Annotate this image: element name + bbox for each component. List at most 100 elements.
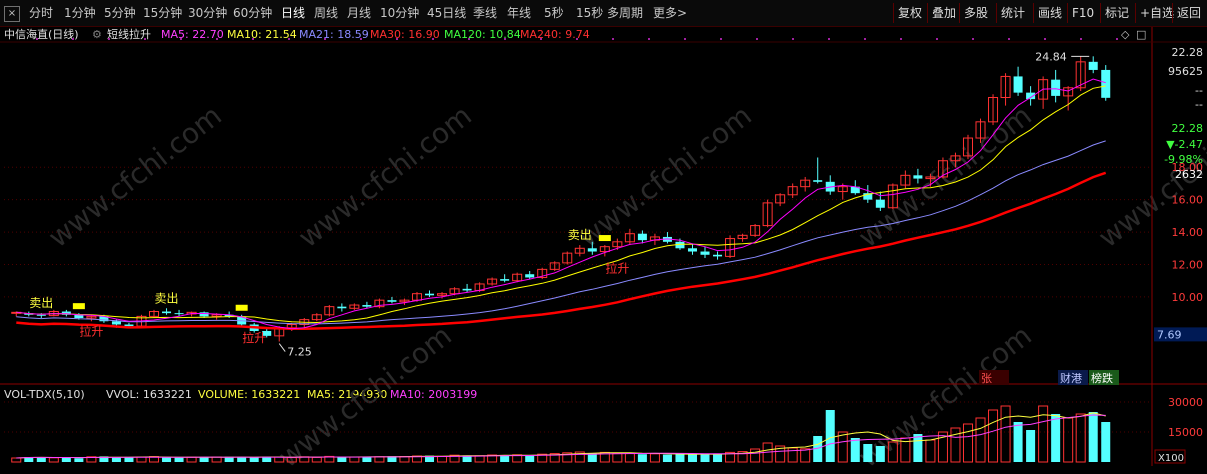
volume-bar xyxy=(1051,414,1061,462)
ref-dot xyxy=(648,38,650,40)
ref-dot xyxy=(468,38,470,40)
volume-bar xyxy=(136,456,147,463)
ma30-line xyxy=(16,171,1107,330)
period-tab-8[interactable]: 月线 xyxy=(347,4,371,22)
volume-bar xyxy=(274,456,285,463)
candle-body xyxy=(199,312,209,317)
volume-bar xyxy=(863,444,873,462)
period-tab-7[interactable]: 周线 xyxy=(314,4,338,22)
axis-vol: 2632 xyxy=(1175,168,1203,181)
volume-bar xyxy=(474,455,485,463)
volume-bar xyxy=(612,452,623,463)
ref-dot xyxy=(36,38,38,40)
period-tab-3[interactable]: 15分钟 xyxy=(143,4,182,22)
last-price-label: 7.69 xyxy=(1157,328,1182,341)
ref-dot xyxy=(828,38,830,40)
period-tab-2[interactable]: 5分钟 xyxy=(104,4,136,22)
close-icon[interactable]: × xyxy=(4,6,20,22)
candle-body xyxy=(387,300,397,302)
rise-signal-label: 拉升 xyxy=(79,324,103,339)
volume-bar xyxy=(837,431,848,463)
toolbar-button-3[interactable]: 统计 xyxy=(996,3,1029,23)
ref-dot xyxy=(252,38,254,40)
candle-body xyxy=(1101,69,1111,98)
volume-bar xyxy=(186,456,197,463)
volume-bar xyxy=(237,457,247,462)
kline-chart[interactable]: 18.0016.0014.0012.0010.007.693000015000X… xyxy=(0,27,1207,466)
toolbar-button-0[interactable]: 复权 xyxy=(893,3,926,23)
volume-bar xyxy=(624,453,635,463)
sell-signal-label: 卖出 xyxy=(155,291,179,305)
volume-bar xyxy=(1063,417,1074,463)
volume-bar xyxy=(61,457,71,462)
volume-bar xyxy=(637,454,647,462)
toolbar-button-1[interactable]: 叠加 xyxy=(927,3,960,23)
period-tab-6[interactable]: 日线 xyxy=(281,4,305,22)
period-tab-1[interactable]: 1分钟 xyxy=(64,4,96,22)
rise-signal-label: 拉升 xyxy=(242,330,266,345)
toolbar-button-8[interactable]: 返回 xyxy=(1172,3,1205,23)
toolbar-button-2[interactable]: 多股 xyxy=(959,3,992,23)
vol-unit-label: X100 xyxy=(1158,453,1184,464)
signal-marker xyxy=(598,235,611,242)
volume-bar xyxy=(1075,413,1086,463)
candle-body xyxy=(687,248,697,252)
candle-body xyxy=(362,305,372,307)
volume-bar xyxy=(1026,430,1036,462)
volume-bar xyxy=(74,458,84,462)
period-tab-14[interactable]: 15秒 xyxy=(576,4,603,22)
ref-dot xyxy=(72,38,74,40)
period-tab-16[interactable]: 更多> xyxy=(653,4,687,22)
ref-dot xyxy=(108,38,110,40)
vol-tick-label: 15000 xyxy=(1168,426,1203,439)
candle-body xyxy=(700,251,710,255)
ref-dot xyxy=(756,38,758,40)
volume-bar xyxy=(11,457,22,463)
candle-body xyxy=(124,324,134,327)
period-tab-12[interactable]: 年线 xyxy=(507,4,531,22)
volume-bar xyxy=(525,455,535,462)
ref-dot xyxy=(1116,38,1118,40)
period-tab-5[interactable]: 60分钟 xyxy=(233,4,272,22)
axis-change: ▼-2.47 xyxy=(1166,138,1203,151)
period-tab-9[interactable]: 10分钟 xyxy=(380,4,419,22)
ref-dot xyxy=(900,38,902,40)
signal-marker xyxy=(72,303,85,310)
tag-tag_bangdie: 榜跌 xyxy=(1091,371,1113,385)
axis-price: 22.28 xyxy=(1171,122,1204,135)
candle-body xyxy=(462,288,472,291)
volume-bar xyxy=(962,423,973,463)
volume-bar xyxy=(713,454,723,462)
period-tab-15[interactable]: 多周期 xyxy=(607,4,643,22)
candle-body xyxy=(500,279,510,281)
rise-signal-label: 拉升 xyxy=(605,260,629,275)
ref-dot xyxy=(576,38,578,40)
toolbar-button-4[interactable]: 画线 xyxy=(1033,3,1066,23)
period-tab-4[interactable]: 30分钟 xyxy=(188,4,227,22)
ref-dot xyxy=(180,38,182,40)
sell-signal-label: 卖出 xyxy=(29,296,53,310)
candle-body xyxy=(587,248,597,252)
toolbar-button-6[interactable]: 标记 xyxy=(1100,3,1133,23)
candle-body xyxy=(875,199,885,208)
candle-body xyxy=(913,175,923,179)
volume-bar xyxy=(249,457,259,462)
volume-bar xyxy=(374,456,385,463)
ref-dot xyxy=(360,38,362,40)
candle-body xyxy=(337,306,347,309)
candle-body xyxy=(713,254,723,257)
period-tab-13[interactable]: 5秒 xyxy=(544,4,564,22)
high-label: 24.84 xyxy=(1035,50,1067,63)
volume-bar xyxy=(1000,405,1011,463)
period-tab-10[interactable]: 45日线 xyxy=(427,4,466,22)
period-tab-0[interactable]: 分时 xyxy=(29,4,53,22)
period-tab-11[interactable]: 季线 xyxy=(473,4,497,22)
toolbar-button-5[interactable]: F10 xyxy=(1067,3,1098,23)
ma5-line xyxy=(16,78,1106,330)
candle-body xyxy=(425,293,435,296)
axis-price-top: 22.28 xyxy=(1171,46,1204,59)
volume-bar xyxy=(913,434,923,462)
tag-tag_zhang: 张 xyxy=(981,372,992,385)
ref-dot xyxy=(540,38,542,40)
volume-bar xyxy=(950,427,961,463)
